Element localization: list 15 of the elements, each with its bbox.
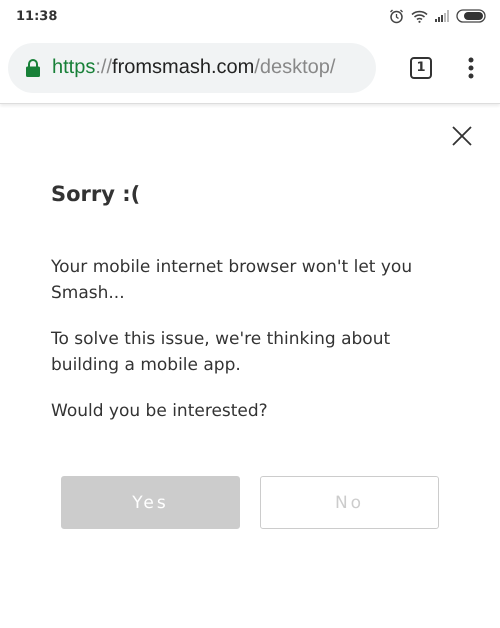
close-icon[interactable] <box>452 126 472 146</box>
url-text: https://fromsmash.com/desktop/ <box>52 56 336 79</box>
status-time: 11:38 <box>16 8 58 24</box>
address-bar[interactable]: https://fromsmash.com/desktop/ <box>8 42 376 92</box>
menu-icon[interactable] <box>468 56 474 78</box>
battery-icon <box>456 9 486 23</box>
dialog-title: Sorry :( <box>51 182 142 206</box>
dialog-text: To solve this issue, we're thinking about building a mobile app. <box>51 328 392 377</box>
signal-icon <box>435 10 449 22</box>
lock-icon <box>26 58 40 76</box>
tab-count[interactable]: 1 <box>410 56 432 78</box>
wifi-icon <box>411 10 428 22</box>
dialog-text: Would you be interested? <box>51 400 269 423</box>
alarm-icon <box>389 8 404 24</box>
dialog-text: Your mobile internet browser won't let you Smash... <box>51 256 414 305</box>
